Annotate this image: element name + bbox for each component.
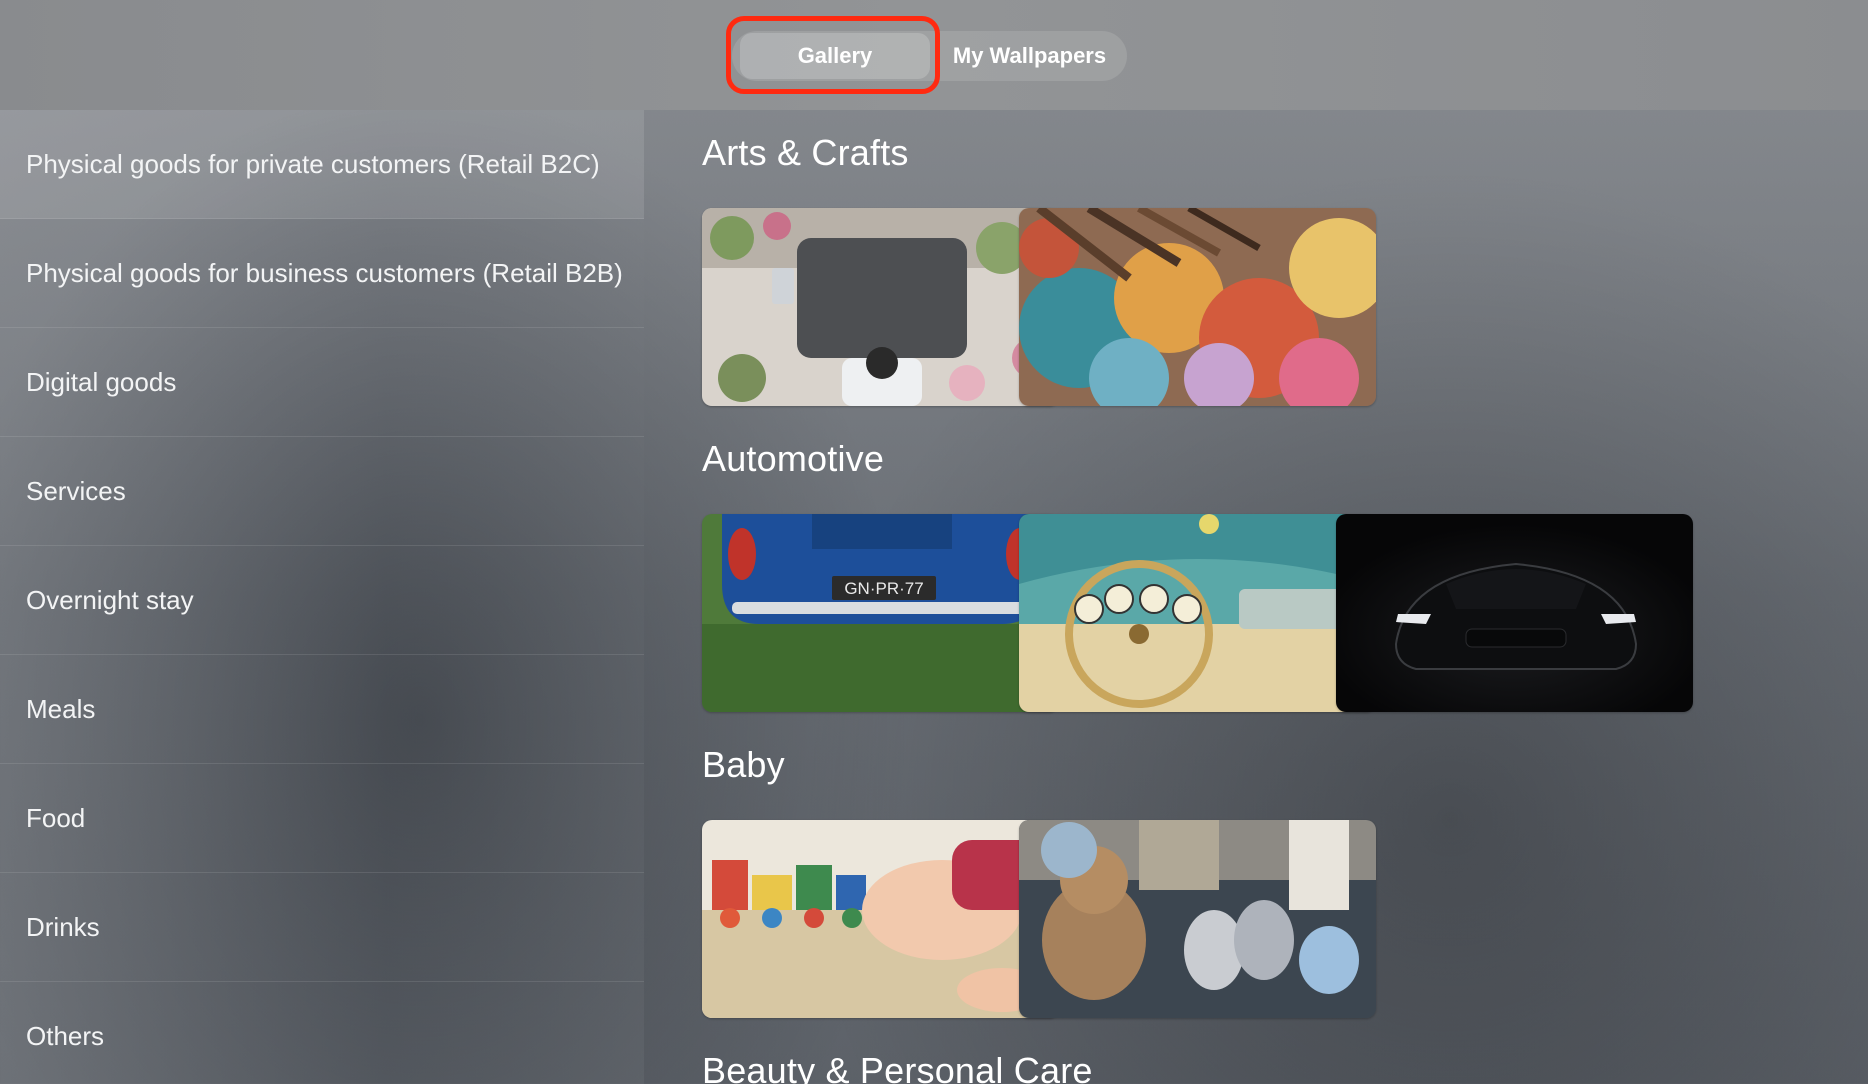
gallery-content: Arts & Crafts Automotive GN·PR·77 Baby B… bbox=[644, 110, 1868, 1084]
sidebar-item-label: Meals bbox=[26, 693, 96, 724]
tab-switcher: Gallery My Wallpapers bbox=[732, 31, 1127, 81]
sidebar-item-label: Physical goods for private customers (Re… bbox=[26, 148, 600, 179]
sidebar-item-retail-b2c[interactable]: Physical goods for private customers (Re… bbox=[0, 110, 644, 219]
teddy-bear-baby-shoes-image[interactable] bbox=[1019, 820, 1376, 1018]
top-bar: Gallery My Wallpapers bbox=[0, 0, 1868, 110]
sidebar-item-label: Services bbox=[26, 475, 126, 506]
sidebar-item-label: Food bbox=[26, 802, 86, 833]
sidebar-item-digital-goods[interactable]: Digital goods bbox=[0, 328, 644, 437]
flower-shop-paper-image[interactable] bbox=[702, 208, 1059, 406]
toddler-toy-train-image[interactable] bbox=[702, 820, 1059, 1018]
section-title-beauty-personal-care: Beauty & Personal Care bbox=[702, 1050, 1093, 1084]
black-sports-car-image[interactable] bbox=[1336, 514, 1693, 712]
blue-vintage-car-rear-image[interactable]: GN·PR·77 bbox=[702, 514, 1059, 712]
paint-palette-brushes-image[interactable] bbox=[1019, 208, 1376, 406]
sidebar-item-label: Others bbox=[26, 1020, 105, 1051]
sidebar-item-food[interactable]: Food bbox=[0, 764, 644, 873]
sidebar-item-label: Digital goods bbox=[26, 366, 177, 397]
sidebar-item-drinks[interactable]: Drinks bbox=[0, 873, 644, 982]
sidebar-item-retail-b2b[interactable]: Physical goods for business customers (R… bbox=[0, 219, 644, 328]
section-title-arts-crafts: Arts & Crafts bbox=[702, 132, 909, 173]
classic-car-dashboard-image[interactable] bbox=[1019, 514, 1376, 712]
category-sidebar: Physical goods for private customers (Re… bbox=[0, 110, 644, 1084]
sidebar-item-label: Drinks bbox=[26, 911, 100, 942]
section-title-baby: Baby bbox=[702, 744, 785, 785]
sidebar-item-others[interactable]: Others bbox=[0, 982, 644, 1084]
sidebar-item-label: Physical goods for business customers (R… bbox=[26, 257, 623, 288]
sidebar-item-label: Overnight stay bbox=[26, 584, 194, 615]
tab-my-wallpapers[interactable]: My Wallpapers bbox=[932, 31, 1127, 81]
tab-gallery[interactable]: Gallery bbox=[740, 33, 930, 79]
sidebar-item-meals[interactable]: Meals bbox=[0, 655, 644, 764]
sidebar-item-overnight-stay[interactable]: Overnight stay bbox=[0, 546, 644, 655]
license-plate-text: GN·PR·77 bbox=[844, 579, 923, 598]
section-title-automotive: Automotive bbox=[702, 438, 885, 479]
sidebar-item-services[interactable]: Services bbox=[0, 437, 644, 546]
